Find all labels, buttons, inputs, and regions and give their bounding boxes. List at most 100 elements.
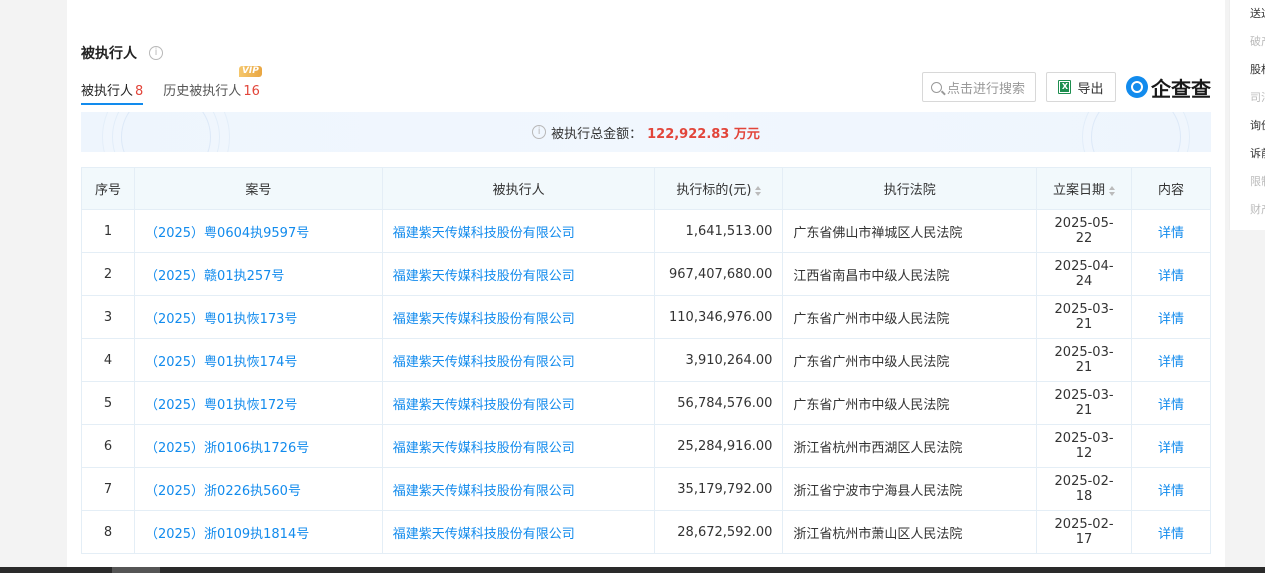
right-nav-item[interactable]: 财产: [1230, 196, 1265, 224]
cell-court: 广东省广州市中级人民法院: [782, 338, 1038, 382]
tab-bar: 被执行人 8 VIP 历史被执行人 16: [81, 66, 280, 105]
cell-court: 广东省广州市中级人民法院: [782, 381, 1038, 425]
cell-case-number[interactable]: （2025）浙0226执560号: [133, 467, 383, 511]
cell-executed-party[interactable]: 福建紫天传媒科技股份有限公司: [381, 510, 656, 554]
cell-case-number[interactable]: （2025）浙0109执1814号: [133, 510, 383, 554]
taskbar-strip: [0, 567, 1265, 573]
right-nav-item[interactable]: 送达: [1230, 0, 1265, 28]
cell-executed-party[interactable]: 福建紫天传媒科技股份有限公司: [381, 467, 656, 511]
table-row: 6 （2025）浙0106执1726号 福建紫天传媒科技股份有限公司 25,284,9…: [81, 424, 1211, 468]
qichacha-logo: 企查查: [1126, 73, 1211, 102]
excel-icon: [1058, 80, 1072, 94]
cell-court: 江西省南昌市中级人民法院: [782, 252, 1038, 296]
sort-icon[interactable]: [755, 185, 762, 196]
logo-text: 企查查: [1151, 76, 1211, 101]
summary-bar: i 被执行总金额： 122,922.83 万元: [81, 112, 1211, 152]
tab-label: 被执行人: [81, 84, 134, 99]
header-amount-label: 执行标的(元): [676, 183, 752, 198]
export-button[interactable]: 导出: [1046, 72, 1116, 102]
header-filing-date[interactable]: 立案日期: [1036, 167, 1133, 210]
cell-index: 7: [81, 467, 135, 511]
cell-amount: 28,672,592.00: [654, 510, 784, 554]
cell-filing-date: 2025-03-12: [1036, 424, 1133, 468]
cell-case-number[interactable]: （2025）粤01执恢172号: [133, 381, 383, 425]
cell-filing-date: 2025-02-17: [1036, 510, 1133, 554]
cell-executed-party[interactable]: 福建紫天传媒科技股份有限公司: [381, 381, 656, 425]
cell-filing-date: 2025-05-22: [1036, 209, 1133, 253]
cell-amount: 56,784,576.00: [654, 381, 784, 425]
right-nav-item[interactable]: 司法: [1230, 84, 1265, 112]
table-row: 8 （2025）浙0109执1814号 福建紫天传媒科技股份有限公司 28,672,5…: [81, 510, 1211, 554]
right-nav-item[interactable]: 诉前: [1230, 140, 1265, 168]
header-content: 内容: [1131, 167, 1211, 210]
toolbar: 点击进行搜索 导出 企查查: [922, 72, 1211, 102]
logo-icon: [1126, 76, 1148, 98]
detail-link[interactable]: 详情: [1131, 295, 1211, 339]
vip-badge: VIP: [238, 66, 262, 77]
right-nav-item[interactable]: 询价: [1230, 112, 1265, 140]
cell-index: 3: [81, 295, 135, 339]
cell-filing-date: 2025-03-21: [1036, 381, 1133, 425]
search-input[interactable]: 点击进行搜索: [922, 72, 1036, 102]
search-placeholder: 点击进行搜索: [947, 81, 1026, 97]
table-header-row: 序号 案号 被执行人 执行标的(元) 执行法院 立案日期 内容: [81, 167, 1211, 210]
info-icon[interactable]: i: [149, 46, 163, 60]
tab-count: 8: [135, 84, 144, 99]
cell-case-number[interactable]: （2025）赣01执257号: [133, 252, 383, 296]
search-icon: [931, 81, 942, 93]
cell-index: 5: [81, 381, 135, 425]
cell-executed-party[interactable]: 福建紫天传媒科技股份有限公司: [381, 209, 656, 253]
cell-case-number[interactable]: （2025）粤0604执9597号: [133, 209, 383, 253]
cell-index: 6: [81, 424, 135, 468]
cell-court: 广东省佛山市禅城区人民法院: [782, 209, 1038, 253]
cell-executed-party[interactable]: 福建紫天传媒科技股份有限公司: [381, 252, 656, 296]
detail-link[interactable]: 详情: [1131, 381, 1211, 425]
decorative-rings: [121, 112, 211, 152]
cell-court: 浙江省杭州市西湖区人民法院: [782, 424, 1038, 468]
cell-amount: 110,346,976.00: [654, 295, 784, 339]
detail-link[interactable]: 详情: [1131, 424, 1211, 468]
table-row: 2 （2025）赣01执257号 福建紫天传媒科技股份有限公司 967,407,680…: [81, 252, 1211, 296]
cell-case-number[interactable]: （2025）浙0106执1726号: [133, 424, 383, 468]
header-case-number: 案号: [133, 167, 383, 210]
cell-case-number[interactable]: （2025）粤01执恢174号: [133, 338, 383, 382]
cell-filing-date: 2025-04-24: [1036, 252, 1133, 296]
header-amount[interactable]: 执行标的(元): [654, 167, 784, 210]
detail-link[interactable]: 详情: [1131, 510, 1211, 554]
header-filing-date-label: 立案日期: [1053, 183, 1106, 198]
cell-amount: 3,910,264.00: [654, 338, 784, 382]
sort-icon[interactable]: [1109, 185, 1116, 196]
right-nav-item[interactable]: 限制: [1230, 168, 1265, 196]
detail-link[interactable]: 详情: [1131, 467, 1211, 511]
cell-executed-party[interactable]: 福建紫天传媒科技股份有限公司: [381, 338, 656, 382]
detail-link[interactable]: 详情: [1131, 209, 1211, 253]
cell-executed-party[interactable]: 福建紫天传媒科技股份有限公司: [381, 424, 656, 468]
cell-index: 4: [81, 338, 135, 382]
table-row: 7 （2025）浙0226执560号 福建紫天传媒科技股份有限公司 35,179,79…: [81, 467, 1211, 511]
main-card: 被执行人 i 被执行人8 VIP 历史被执行人16 点击进行搜索 导出 企查查 …: [67, 0, 1225, 567]
cell-filing-date: 2025-03-21: [1036, 295, 1133, 339]
cell-case-number[interactable]: （2025）粤01执恢173号: [133, 295, 383, 339]
right-nav-item[interactable]: 破产: [1230, 28, 1265, 56]
summary-label: 被执行总金额：: [551, 126, 643, 142]
tab-executed-person[interactable]: 被执行人 8: [81, 80, 144, 105]
cell-amount: 967,407,680.00: [654, 252, 784, 296]
section-title-text: 被执行人: [81, 46, 137, 62]
right-nav-item[interactable]: 股权: [1230, 56, 1265, 84]
executed-person-table: 序号 案号 被执行人 执行标的(元) 执行法院 立案日期 内容 1 （2025）粤…: [81, 167, 1211, 554]
table-row: 3 （2025）粤01执恢173号 福建紫天传媒科技股份有限公司 110,346,97…: [81, 295, 1211, 339]
cell-executed-party[interactable]: 福建紫天传媒科技股份有限公司: [381, 295, 656, 339]
tab-history-executed-person[interactable]: VIP 历史被执行人 16: [163, 66, 262, 105]
cell-filing-date: 2025-02-18: [1036, 467, 1133, 511]
cell-amount: 25,284,916.00: [654, 424, 784, 468]
detail-link[interactable]: 详情: [1131, 252, 1211, 296]
right-nav-panel: 送达破产股权司法询价诉前限制财产: [1229, 0, 1265, 230]
cell-amount: 1,641,513.00: [654, 209, 784, 253]
detail-link[interactable]: 详情: [1131, 338, 1211, 382]
cell-index: 8: [81, 510, 135, 554]
section-title: 被执行人 i: [81, 43, 163, 63]
cell-court: 广东省广州市中级人民法院: [782, 295, 1038, 339]
header-executed-party: 被执行人: [381, 167, 656, 210]
header-court: 执行法院: [782, 167, 1038, 210]
tab-label: 历史被执行人: [163, 84, 242, 99]
